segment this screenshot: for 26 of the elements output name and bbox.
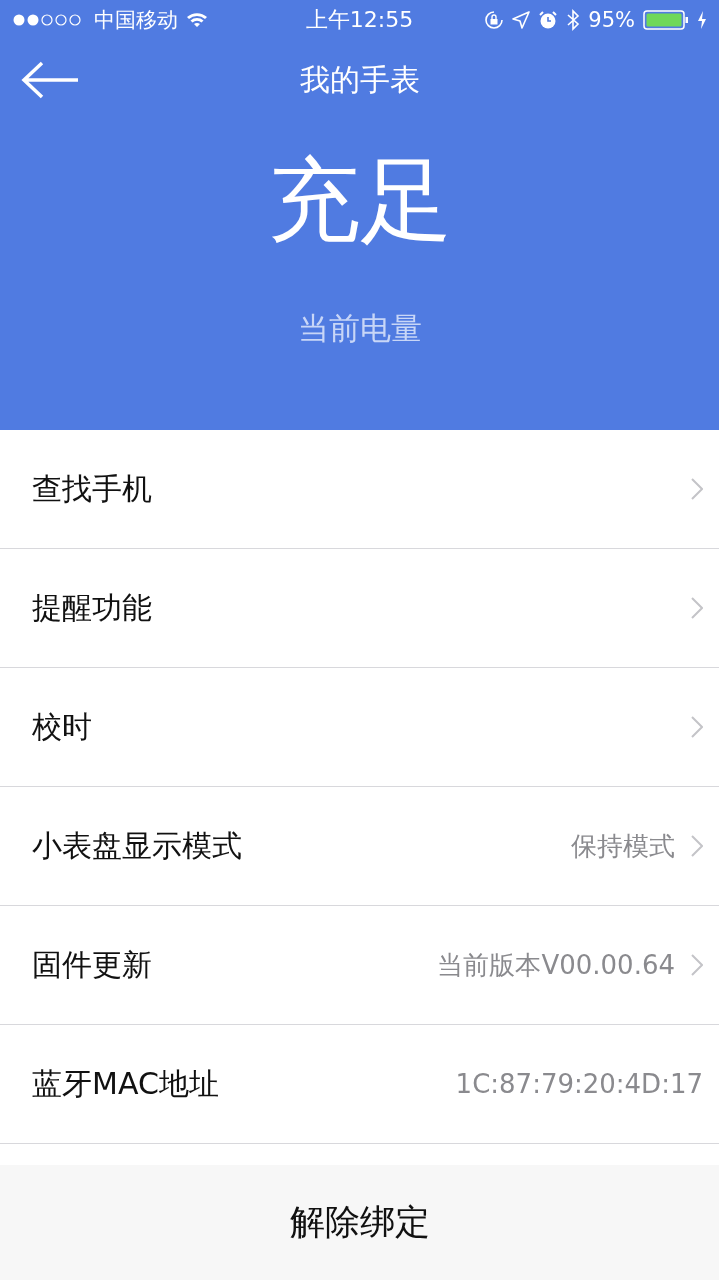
settings-row[interactable]: 查找手机 [0, 430, 719, 549]
chevron-icon [691, 835, 703, 857]
settings-row[interactable]: 固件更新 当前版本V00.00.64 [0, 906, 719, 1025]
unbind-button[interactable]: 解除绑定 [0, 1165, 719, 1280]
wifi-icon [186, 12, 208, 28]
bluetooth-icon [566, 9, 581, 31]
chevron-icon [691, 716, 703, 738]
carrier-name: 中国移动 [94, 7, 178, 34]
chevron-icon [691, 478, 703, 500]
back-button[interactable] [20, 60, 80, 100]
battery-caption: 当前电量 [297, 309, 422, 349]
info-row: 蓝牙MAC地址 1C:87:79:20:4D:17 [0, 1025, 719, 1144]
chevron-icon [691, 954, 703, 976]
settings-row[interactable]: 提醒功能 [0, 549, 719, 668]
battery-percent: 95% [588, 8, 635, 32]
chevron-icon [691, 597, 703, 619]
status-time: 上午12:55 [305, 6, 414, 34]
location-icon [512, 11, 531, 29]
page-title: 我的手表 [299, 60, 420, 99]
settings-row[interactable]: 小表盘显示模式 保持模式 [0, 787, 719, 906]
battery-icon [643, 10, 689, 30]
settings-row[interactable]: 校时 [0, 668, 719, 787]
rotation-lock-icon [484, 10, 505, 30]
alarm-icon [538, 10, 559, 30]
charging-icon [697, 10, 707, 30]
battery-status: 充足 [267, 146, 452, 256]
